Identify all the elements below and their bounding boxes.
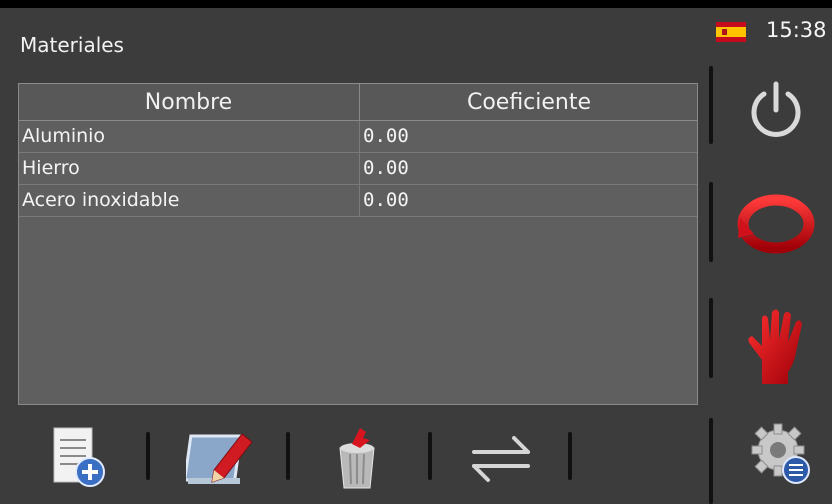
column-header-coefficient[interactable]: Coeficiente: [359, 84, 698, 120]
material-coefficient: 0.00: [359, 121, 698, 152]
material-name: Aluminio: [22, 125, 106, 147]
column-header-name[interactable]: Nombre: [19, 84, 358, 120]
divider: [428, 432, 432, 480]
divider: [709, 66, 713, 144]
divider: [286, 432, 290, 480]
delete-material-button[interactable]: [330, 426, 384, 490]
table-row[interactable]: Acero inoxidable 0.00: [19, 185, 697, 217]
refresh-icon: [737, 194, 815, 254]
refresh-button[interactable]: [736, 194, 816, 256]
power-button[interactable]: [744, 78, 808, 142]
stop-button[interactable]: [744, 304, 810, 386]
divider: [146, 432, 150, 480]
table-row[interactable]: Hierro 0.00: [19, 153, 697, 185]
new-material-button[interactable]: [50, 426, 110, 492]
clock: 15:38: [766, 18, 827, 42]
divider: [709, 298, 713, 378]
delete-trash-icon: [339, 428, 375, 489]
divider: [709, 182, 713, 262]
page-title: Materiales: [20, 33, 124, 57]
settings-button[interactable]: [748, 420, 814, 486]
swap-button[interactable]: [470, 430, 532, 488]
materials-table: Nombre Coeficiente Aluminio 0.00 Hierro …: [18, 83, 698, 405]
spain-flag-icon[interactable]: [716, 22, 746, 42]
table-row[interactable]: Aluminio 0.00: [19, 121, 697, 153]
table-header: Nombre Coeficiente: [19, 84, 697, 121]
edit-material-button[interactable]: [186, 428, 258, 490]
material-coefficient: 0.00: [359, 185, 698, 216]
hand-stop-icon: [748, 309, 802, 384]
divider: [568, 432, 572, 480]
swap-arrows-icon: [472, 436, 530, 482]
app-screen: Materiales 15:38 Nombre Coeficiente Alum…: [0, 8, 832, 504]
material-name: Acero inoxidable: [22, 189, 180, 211]
divider: [709, 418, 713, 504]
power-icon: [751, 81, 801, 137]
settings-gear-icon: [751, 423, 810, 484]
material-coefficient: 0.00: [359, 153, 698, 184]
edit-icon: [186, 433, 253, 484]
new-document-icon: [53, 427, 105, 487]
material-name: Hierro: [22, 157, 80, 179]
